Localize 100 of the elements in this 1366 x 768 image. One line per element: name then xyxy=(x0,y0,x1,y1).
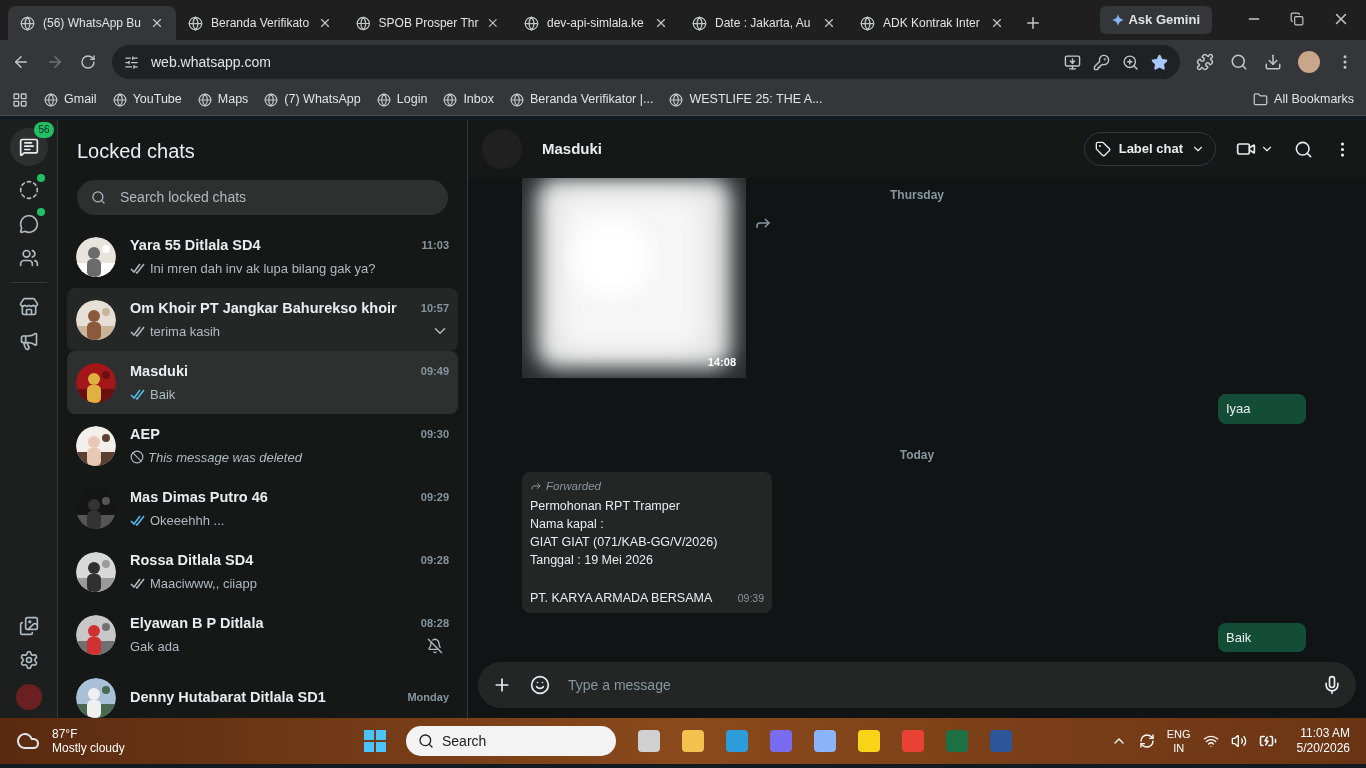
search-icon xyxy=(418,733,434,749)
browser-tab[interactable]: dev-api-simlala.ke xyxy=(512,6,680,40)
apps-icon[interactable] xyxy=(12,91,28,108)
tab-title: (56) WhatsApp Bu xyxy=(43,15,142,32)
chat-list-item[interactable]: Elyawan B P Ditlala 08:28 Gak ada xyxy=(67,603,458,666)
new-tab-icon[interactable] xyxy=(1024,14,1042,32)
clock-time[interactable]: 11:03 AM xyxy=(1300,726,1350,741)
volume-icon[interactable] xyxy=(1230,733,1247,749)
contact-name: Yara 55 Ditlala SD4 xyxy=(130,235,261,255)
contact-name: Denny Hutabarat Ditlala SD1 xyxy=(130,687,326,707)
language[interactable]: ENG xyxy=(1166,727,1191,741)
taskbar-app-icon[interactable] xyxy=(858,730,880,752)
bookmark[interactable]: Login xyxy=(376,90,428,109)
chat-list-item[interactable]: Mas Dimas Putro 46 09:29 Okeeehhh ... xyxy=(67,477,458,540)
media-icon[interactable] xyxy=(18,616,39,636)
communities-icon[interactable] xyxy=(18,248,39,268)
weather-text: Mostly cloudy xyxy=(52,741,126,755)
message-preview: Maaciwww,, ciiapp xyxy=(150,574,258,593)
message-time: 10:57 xyxy=(420,301,449,317)
browser-tab[interactable]: SPOB Prosper Thr xyxy=(344,6,512,40)
browser-tab[interactable]: Date : Jakarta, Au xyxy=(680,6,848,40)
bookmark[interactable]: YouTube xyxy=(112,90,182,109)
sync-icon[interactable] xyxy=(1138,733,1155,749)
download-icon[interactable] xyxy=(1264,53,1282,71)
message-time: 09:28 xyxy=(420,553,449,569)
star-icon[interactable] xyxy=(1151,53,1168,71)
close-icon[interactable] xyxy=(486,16,500,30)
bookmark[interactable]: WESTLIFE 25: THE A... xyxy=(669,90,823,109)
chat-list-item[interactable]: Masduki 09:49 Baik xyxy=(67,351,458,414)
date-divider: Thursday xyxy=(889,187,945,204)
contact-name: AEP xyxy=(130,424,160,444)
chats-icon[interactable] xyxy=(18,137,39,157)
browser-tab[interactable]: Beranda Verifikato xyxy=(176,6,344,40)
search-icon[interactable] xyxy=(1230,53,1248,71)
bookmark[interactable]: Beranda Verifikator |... xyxy=(509,90,654,109)
reload-icon[interactable] xyxy=(80,54,96,70)
chat-list-item[interactable]: Om Khoir PT Jangkar Bahurekso khoir 10:57 terima kasih xyxy=(67,288,458,351)
close-icon[interactable] xyxy=(318,16,332,30)
zoom-icon[interactable] xyxy=(1122,53,1139,71)
close-icon[interactable] xyxy=(654,16,668,30)
message-time: 09:39 xyxy=(737,591,764,606)
taskbar-search[interactable]: Search xyxy=(406,726,616,756)
globe-icon xyxy=(44,92,58,107)
chat-list-item[interactable]: Yara 55 Ditlala SD4 11:03 Ini mren dah inv ak lupa bilang gak ya? xyxy=(67,225,458,288)
chat-list-item[interactable]: Rossa Ditlala SD4 09:28 Maaciwww,, ciiapp xyxy=(67,540,458,603)
globe-icon xyxy=(860,15,875,31)
back-icon[interactable] xyxy=(12,53,30,71)
microphone-icon[interactable] xyxy=(1322,675,1342,695)
bookmark[interactable]: Gmail xyxy=(44,90,97,109)
taskbar-app-icon[interactable] xyxy=(638,730,660,752)
all-bookmarks[interactable]: All Bookmarks xyxy=(1253,90,1354,109)
extensions-icon[interactable] xyxy=(1196,53,1214,71)
tab-title: Beranda Verifikato xyxy=(211,15,310,32)
install-icon[interactable] xyxy=(1064,53,1081,71)
ask-gemini-button[interactable]: Ask Gemini xyxy=(1100,6,1212,34)
channels-icon[interactable] xyxy=(18,214,39,234)
outgoing-message: Iyaa xyxy=(1218,394,1306,424)
search-field[interactable]: Search locked chats xyxy=(77,180,448,215)
bookmark[interactable]: Maps xyxy=(197,90,249,109)
megaphone-icon[interactable] xyxy=(18,331,39,351)
clock-date[interactable]: 5/20/2026 xyxy=(1296,741,1350,756)
search-icon[interactable] xyxy=(1294,139,1313,159)
chat-list-item[interactable]: AEP 09:30 This message was deleted xyxy=(67,414,458,477)
browser-tab[interactable]: (56) WhatsApp Bu xyxy=(8,6,176,40)
browser-tab[interactable]: ADK Kontrak Inter xyxy=(848,6,1016,40)
message-time: 11:03 xyxy=(421,238,449,254)
start-button[interactable] xyxy=(364,730,386,752)
sticker-icon[interactable] xyxy=(530,675,550,695)
close-icon[interactable] xyxy=(150,16,164,30)
profile-avatar[interactable] xyxy=(1298,51,1320,73)
bookmark[interactable]: (7) WhatsApp xyxy=(264,90,361,109)
temperature: 87°F xyxy=(52,727,79,741)
restore-icon[interactable] xyxy=(1290,12,1304,26)
chat-list-item[interactable]: Denny Hutabarat Ditlala SD1 Monday xyxy=(67,666,458,718)
key-icon[interactable] xyxy=(1093,53,1110,71)
wifi-icon[interactable] xyxy=(1202,733,1219,749)
contact-name: Mas Dimas Putro 46 xyxy=(130,487,268,507)
message-time: 08:28 xyxy=(420,616,449,632)
chat-title[interactable]: Masduki xyxy=(542,137,1064,161)
contact-name: Elyawan B P Ditlala xyxy=(130,613,264,633)
status-icon[interactable] xyxy=(18,180,39,200)
tab-title: SPOB Prosper Thr xyxy=(378,15,479,32)
url-text: web.whatsapp.com xyxy=(151,52,272,72)
search-icon xyxy=(91,190,106,205)
globe-icon xyxy=(692,15,707,31)
globe-icon xyxy=(443,92,458,107)
address-bar[interactable]: web.whatsapp.com xyxy=(112,45,1180,79)
message-composer[interactable]: Type a message xyxy=(478,662,1356,708)
bookmark[interactable]: Inbox xyxy=(443,90,494,109)
globe-icon xyxy=(376,92,391,107)
site-settings-icon[interactable] xyxy=(124,54,139,70)
close-icon[interactable] xyxy=(990,16,1004,30)
outgoing-message: Baik xyxy=(1218,622,1306,653)
message-preview: Baik xyxy=(150,385,177,404)
close-icon[interactable] xyxy=(822,16,836,30)
search-input[interactable]: Search locked chats xyxy=(120,187,434,208)
region[interactable]: IN xyxy=(1173,741,1185,755)
store-icon[interactable] xyxy=(18,297,39,317)
message-text: PT. KARYA ARMADA BERSAMA xyxy=(530,589,713,607)
settings-icon[interactable] xyxy=(18,650,39,670)
